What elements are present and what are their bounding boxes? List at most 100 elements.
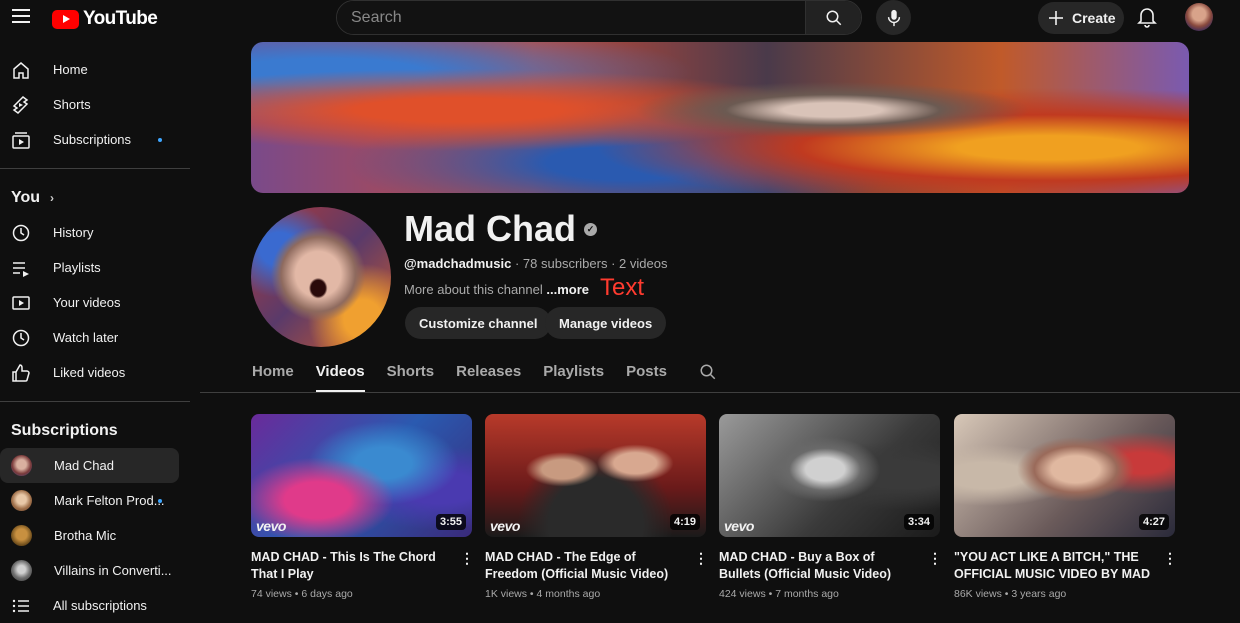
search-icon bbox=[700, 364, 716, 380]
more-options-icon[interactable]: ⋮ bbox=[928, 550, 942, 567]
video-title[interactable]: MAD CHAD - Buy a Box of Bullets (Officia… bbox=[719, 549, 919, 583]
video-count: 2 videos bbox=[619, 256, 668, 271]
sidebar-item-label: Mad Chad bbox=[54, 458, 114, 473]
video-thumbnail[interactable]: vevo 4:19 bbox=[485, 414, 706, 537]
more-options-icon[interactable]: ⋮ bbox=[460, 550, 474, 567]
sidebar-item-label: Playlists bbox=[53, 260, 101, 275]
video-meta: 424 views • 7 months ago bbox=[719, 588, 839, 600]
sidebar-item-playlists[interactable]: Playlists bbox=[0, 250, 190, 285]
sidebar-item-your-videos[interactable]: Your videos bbox=[0, 285, 190, 320]
create-label: Create bbox=[1072, 10, 1116, 26]
channel-meta: @madchadmusic · 78 subscribers · 2 video… bbox=[404, 256, 667, 271]
video-title[interactable]: MAD CHAD - This Is The Chord That I Play bbox=[251, 549, 451, 583]
video-title[interactable]: "YOU ACT LIKE A BITCH," THE OFFICIAL MUS… bbox=[954, 549, 1154, 583]
sidebar-sub-mad-chad[interactable]: Mad Chad bbox=[0, 448, 179, 483]
account-avatar[interactable] bbox=[1185, 3, 1213, 31]
sidebar-sub-villains[interactable]: Villains in Converti... bbox=[0, 553, 190, 588]
channel-name-text: Mad Chad bbox=[404, 208, 577, 249]
separator: · bbox=[611, 256, 620, 271]
tab-shorts[interactable]: Shorts bbox=[387, 355, 435, 392]
verified-icon: ✓ bbox=[584, 222, 598, 236]
sidebar-sub-mark-felton[interactable]: Mark Felton Prod... bbox=[0, 483, 190, 518]
avatar bbox=[11, 560, 32, 581]
avatar bbox=[11, 525, 32, 546]
bell-icon bbox=[1137, 8, 1157, 28]
more-link[interactable]: ...more bbox=[546, 282, 589, 297]
video-card[interactable]: vevo 3:34 MAD CHAD - Buy a Box of Bullet… bbox=[719, 414, 942, 600]
avatar bbox=[11, 455, 32, 476]
sidebar-item-all-subscriptions[interactable]: All subscriptions bbox=[0, 588, 190, 623]
separator: · bbox=[514, 256, 523, 271]
video-thumbnail[interactable]: 4:27 bbox=[954, 414, 1175, 537]
channel-about[interactable]: More about this channel ...more bbox=[404, 282, 589, 297]
search-icon bbox=[826, 10, 841, 25]
sidebar-item-label: History bbox=[53, 225, 94, 240]
view-count: 1K views bbox=[485, 588, 528, 600]
sidebar-divider bbox=[0, 401, 190, 402]
notifications-button[interactable] bbox=[1137, 6, 1157, 33]
vevo-logo: vevo bbox=[256, 518, 286, 534]
tab-videos[interactable]: Videos bbox=[315, 355, 365, 392]
subscriptions-icon bbox=[11, 130, 31, 150]
microphone-icon bbox=[887, 9, 900, 26]
upload-age: 7 months ago bbox=[775, 588, 839, 600]
home-icon bbox=[11, 60, 31, 80]
you-title: You bbox=[11, 188, 41, 206]
more-options-icon[interactable]: ⋮ bbox=[1163, 550, 1177, 567]
search-input[interactable]: Search bbox=[337, 1, 805, 34]
video-duration: 3:34 bbox=[903, 514, 934, 530]
tab-releases[interactable]: Releases bbox=[456, 355, 521, 392]
avatar bbox=[11, 490, 32, 511]
video-card[interactable]: vevo 4:19 MAD CHAD - The Edge of Freedom… bbox=[485, 414, 708, 600]
create-button[interactable]: Create bbox=[1038, 2, 1124, 34]
more-options-icon[interactable]: ⋮ bbox=[694, 550, 708, 567]
subscriber-count: 78 subscribers bbox=[522, 256, 608, 271]
sidebar-item-label: Brotha Mic bbox=[54, 528, 117, 543]
video-card[interactable]: 4:27 "YOU ACT LIKE A BITCH," THE OFFICIA… bbox=[954, 414, 1177, 600]
channel-avatar[interactable] bbox=[251, 207, 391, 347]
sidebar-item-subscriptions[interactable]: Subscriptions bbox=[0, 122, 190, 157]
sidebar-item-label: All subscriptions bbox=[53, 598, 147, 613]
sidebar-item-liked-videos[interactable]: Liked videos bbox=[0, 355, 190, 390]
sidebar-item-history[interactable]: History bbox=[0, 215, 190, 250]
video-duration: 4:27 bbox=[1138, 514, 1169, 530]
sidebar-item-label: Villains in Converti... bbox=[54, 563, 172, 578]
video-meta: 1K views • 4 months ago bbox=[485, 588, 601, 600]
video-card[interactable]: vevo 3:55 MAD CHAD - This Is The Chord T… bbox=[251, 414, 474, 600]
tab-playlists[interactable]: Playlists bbox=[543, 355, 604, 392]
sidebar-item-watch-later[interactable]: Watch later bbox=[0, 320, 190, 355]
sidebar-item-home[interactable]: Home bbox=[0, 52, 190, 87]
video-meta: 74 views • 6 days ago bbox=[251, 588, 353, 600]
sidebar-item-label: Liked videos bbox=[53, 365, 126, 380]
vevo-logo: vevo bbox=[724, 518, 754, 534]
new-content-dot bbox=[158, 138, 162, 142]
channel-handle: @madchadmusic bbox=[404, 256, 512, 271]
youtube-logo[interactable]: YouTube bbox=[52, 8, 158, 30]
view-count: 86K views bbox=[954, 588, 1002, 600]
tab-posts[interactable]: Posts bbox=[626, 355, 667, 392]
tab-home[interactable]: Home bbox=[252, 355, 294, 392]
manage-videos-button[interactable]: Manage videos bbox=[545, 307, 667, 339]
video-title[interactable]: MAD CHAD - The Edge of Freedom (Official… bbox=[485, 549, 685, 583]
video-thumbnail[interactable]: vevo 3:55 bbox=[251, 414, 472, 537]
video-thumbnail[interactable]: vevo 3:34 bbox=[719, 414, 940, 537]
video-duration: 3:55 bbox=[435, 514, 466, 530]
upload-age: 4 months ago bbox=[536, 588, 601, 600]
video-duration: 4:19 bbox=[669, 514, 700, 530]
playlists-icon bbox=[11, 258, 31, 278]
menu-icon[interactable] bbox=[12, 9, 30, 23]
customize-channel-button[interactable]: Customize channel bbox=[405, 307, 552, 339]
sidebar-sub-brotha-mic[interactable]: Brotha Mic bbox=[0, 518, 190, 553]
new-content-dot bbox=[158, 499, 162, 503]
sidebar-item-label: Mark Felton Prod... bbox=[54, 493, 165, 508]
thumbs-up-icon bbox=[11, 363, 31, 383]
upload-age: 3 years ago bbox=[1011, 588, 1067, 600]
upload-age: 6 days ago bbox=[301, 588, 353, 600]
search-button[interactable] bbox=[805, 1, 861, 34]
tabs-divider bbox=[200, 392, 1240, 393]
sidebar-you-header[interactable]: You › bbox=[0, 180, 190, 215]
voice-search-button[interactable] bbox=[876, 0, 911, 35]
channel-search-button[interactable] bbox=[699, 355, 717, 385]
sidebar-item-label: Subscriptions bbox=[53, 132, 132, 147]
sidebar-item-shorts[interactable]: Shorts bbox=[0, 87, 190, 122]
